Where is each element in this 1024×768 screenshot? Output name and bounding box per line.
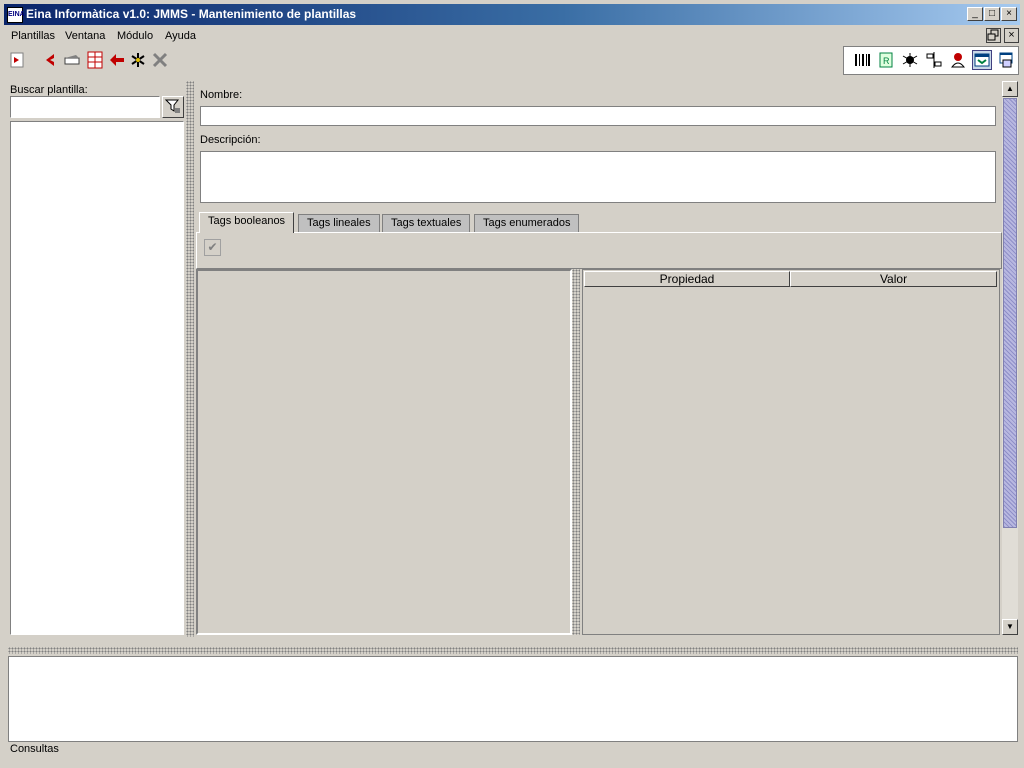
svg-text:R: R — [883, 56, 890, 66]
descripcion-label: Descripción: — [200, 134, 261, 146]
scroll-up-button[interactable]: ▲ — [1002, 81, 1018, 97]
search-label: Buscar plantilla: — [10, 84, 88, 96]
template-editor: Nombre: Descripción: Tags booleanos Tags… — [196, 81, 1002, 637]
filter-icon — [164, 99, 180, 113]
window-icon[interactable] — [996, 50, 1016, 70]
mdi-close-button[interactable]: × — [1004, 28, 1019, 43]
app-logo: EINA — [7, 7, 25, 23]
mdi-restore-button[interactable] — [986, 28, 1001, 43]
horizontal-splitter[interactable] — [8, 647, 1018, 654]
tab-tags-lineales[interactable]: Tags lineales — [298, 214, 380, 232]
asterisk-icon[interactable] — [128, 50, 148, 70]
layout-icon[interactable] — [972, 50, 992, 70]
restore-icon — [987, 29, 999, 41]
refresh-icon[interactable] — [107, 50, 127, 70]
status-bar: Consultas — [10, 743, 59, 755]
vertical-scrollbar[interactable]: ▲ ▼ — [1002, 81, 1018, 635]
menu-modulo[interactable]: Módulo — [112, 29, 158, 46]
column-propiedad[interactable]: Propiedad — [584, 271, 790, 287]
forward-icon[interactable] — [62, 50, 82, 70]
window-title: Eina Informàtica v1.0: JMMS - Mantenimie… — [26, 7, 357, 21]
tab-tags-textuales[interactable]: Tags textuales — [382, 214, 471, 232]
tab-tags-enumerados[interactable]: Tags enumerados — [474, 214, 580, 232]
nombre-input[interactable] — [200, 106, 996, 126]
report-icon[interactable]: R — [876, 50, 896, 70]
barcode-icon[interactable] — [852, 50, 872, 70]
properties-table[interactable]: Propiedad Valor — [582, 269, 1000, 635]
descripcion-input[interactable] — [200, 151, 996, 203]
bug-icon[interactable] — [900, 50, 920, 70]
tab-panel: ✔ — [196, 232, 1002, 269]
grid-icon[interactable] — [85, 50, 105, 70]
title-bar[interactable]: EINA Eina Informàtica v1.0: JMMS - Mante… — [0, 0, 1024, 29]
bottom-splitter-area — [8, 637, 1018, 655]
column-valor[interactable]: Valor — [790, 271, 997, 287]
menu-ayuda[interactable]: Ayuda — [160, 29, 201, 46]
scroll-down-button[interactable]: ▼ — [1002, 619, 1018, 635]
menu-bar: Plantillas Ventana Módulo Ayuda — [4, 29, 1020, 46]
back-icon[interactable] — [40, 50, 60, 70]
filter-button[interactable] — [162, 96, 184, 118]
menu-plantillas[interactable]: Plantillas — [6, 29, 60, 46]
search-input[interactable] — [10, 96, 160, 118]
maximize-button[interactable]: □ — [984, 7, 1000, 21]
template-list[interactable] — [10, 121, 184, 635]
menu-ventana[interactable]: Ventana — [60, 29, 110, 46]
boolean-checkbox[interactable]: ✔ — [204, 239, 221, 256]
title-bar-caption[interactable]: EINA Eina Informàtica v1.0: JMMS - Mante… — [4, 4, 1020, 25]
delete-icon[interactable] — [150, 50, 170, 70]
tags-list[interactable] — [196, 269, 572, 635]
module-toolbar: R — [843, 46, 1019, 75]
template-search-panel: Buscar plantilla: — [8, 81, 186, 637]
login-icon[interactable] — [8, 50, 28, 70]
close-button[interactable]: × — [1001, 7, 1017, 21]
user-icon[interactable] — [948, 50, 968, 70]
center-splitter[interactable] — [572, 269, 580, 635]
minimize-button[interactable]: _ — [967, 7, 983, 21]
split-icon[interactable] — [924, 50, 944, 70]
scroll-thumb[interactable] — [1003, 98, 1017, 528]
nombre-label: Nombre: — [200, 89, 243, 101]
left-splitter[interactable] — [186, 81, 194, 637]
console-output[interactable] — [8, 656, 1018, 742]
tab-tags-booleanos[interactable]: Tags booleanos — [199, 212, 295, 233]
